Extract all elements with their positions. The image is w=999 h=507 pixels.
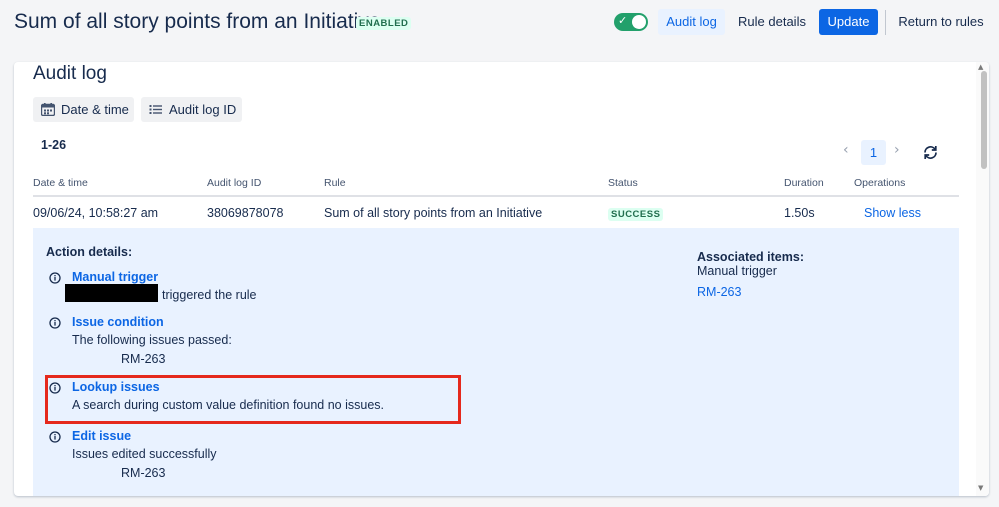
column-header-duration[interactable]: Duration — [784, 177, 824, 189]
scrollbar-thumb[interactable] — [981, 71, 987, 169]
audit-log-card: Audit log Date & time Audit log ID 1-26 … — [14, 62, 989, 496]
action-details-panel: Action details: Manual trigger triggered… — [33, 228, 959, 496]
row-audit-id: 38069878078 — [207, 206, 284, 220]
column-header-operations: Operations — [854, 177, 906, 189]
associated-issue-link[interactable]: RM-263 — [697, 285, 741, 299]
show-less-link[interactable]: Show less — [864, 206, 921, 220]
highlight-annotation — [45, 375, 461, 424]
result-range: 1-26 — [41, 138, 67, 152]
scroll-down-icon[interactable]: ▼ — [978, 484, 983, 492]
rule-enabled-toggle[interactable]: ✓ — [614, 13, 648, 31]
action-text: triggered the rule — [162, 288, 257, 302]
row-status-badge: SUCCESS — [608, 208, 664, 221]
column-header-status[interactable]: Status — [608, 177, 638, 189]
list-icon — [149, 105, 162, 114]
column-header-audit-id[interactable]: Audit log ID — [207, 177, 261, 189]
chevron-left-icon[interactable]: ‹ — [843, 142, 849, 158]
action-link-manual-trigger[interactable]: Manual trigger — [72, 270, 158, 284]
check-icon: ✓ — [618, 14, 628, 27]
divider — [885, 10, 886, 35]
action-text: Issues edited successfully — [72, 447, 217, 461]
column-header-rule[interactable]: Rule — [324, 177, 346, 189]
row-duration: 1.50s — [784, 206, 815, 220]
associated-items-title: Associated items: — [697, 250, 804, 264]
info-icon — [49, 317, 61, 329]
return-to-rules-button[interactable]: Return to rules — [893, 9, 989, 35]
issue-key: RM-263 — [121, 352, 166, 366]
chevron-right-icon[interactable]: › — [894, 142, 900, 158]
calendar-icon — [41, 103, 55, 116]
date-time-filter-button[interactable]: Date & time — [33, 97, 134, 122]
action-details-title: Action details: — [46, 245, 133, 259]
redacted-user — [65, 284, 158, 302]
associated-items-subtitle: Manual trigger — [697, 264, 777, 278]
column-header-date[interactable]: Date & time — [33, 177, 88, 189]
action-link-edit-issue[interactable]: Edit issue — [72, 429, 131, 443]
refresh-icon[interactable] — [922, 144, 939, 161]
info-icon — [49, 272, 61, 284]
action-text: The following issues passed: — [72, 333, 232, 347]
row-rule: Sum of all story points from an Initiati… — [324, 206, 543, 220]
filter-label: Date & time — [61, 102, 129, 117]
action-link-issue-condition[interactable]: Issue condition — [72, 315, 164, 329]
update-button[interactable]: Update — [819, 9, 878, 35]
page-button-current[interactable]: 1 — [861, 140, 886, 165]
scroll-up-icon[interactable]: ▲ — [978, 63, 983, 71]
rule-details-button[interactable]: Rule details — [733, 9, 811, 35]
section-title: Audit log — [33, 63, 107, 84]
audit-log-button[interactable]: Audit log — [658, 9, 725, 35]
table-header-divider — [33, 195, 959, 197]
status-badge: ENABLED — [356, 17, 412, 30]
audit-log-id-filter-button[interactable]: Audit log ID — [141, 97, 242, 122]
row-date: 09/06/24, 10:58:27 am — [33, 206, 159, 220]
page-title: Sum of all story points from an Initiati… — [14, 10, 381, 33]
top-bar: Sum of all story points from an Initiati… — [0, 0, 999, 48]
issue-key: RM-263 — [121, 466, 166, 480]
filter-label: Audit log ID — [169, 102, 237, 117]
toggle-knob — [632, 15, 646, 29]
info-icon — [49, 431, 61, 443]
